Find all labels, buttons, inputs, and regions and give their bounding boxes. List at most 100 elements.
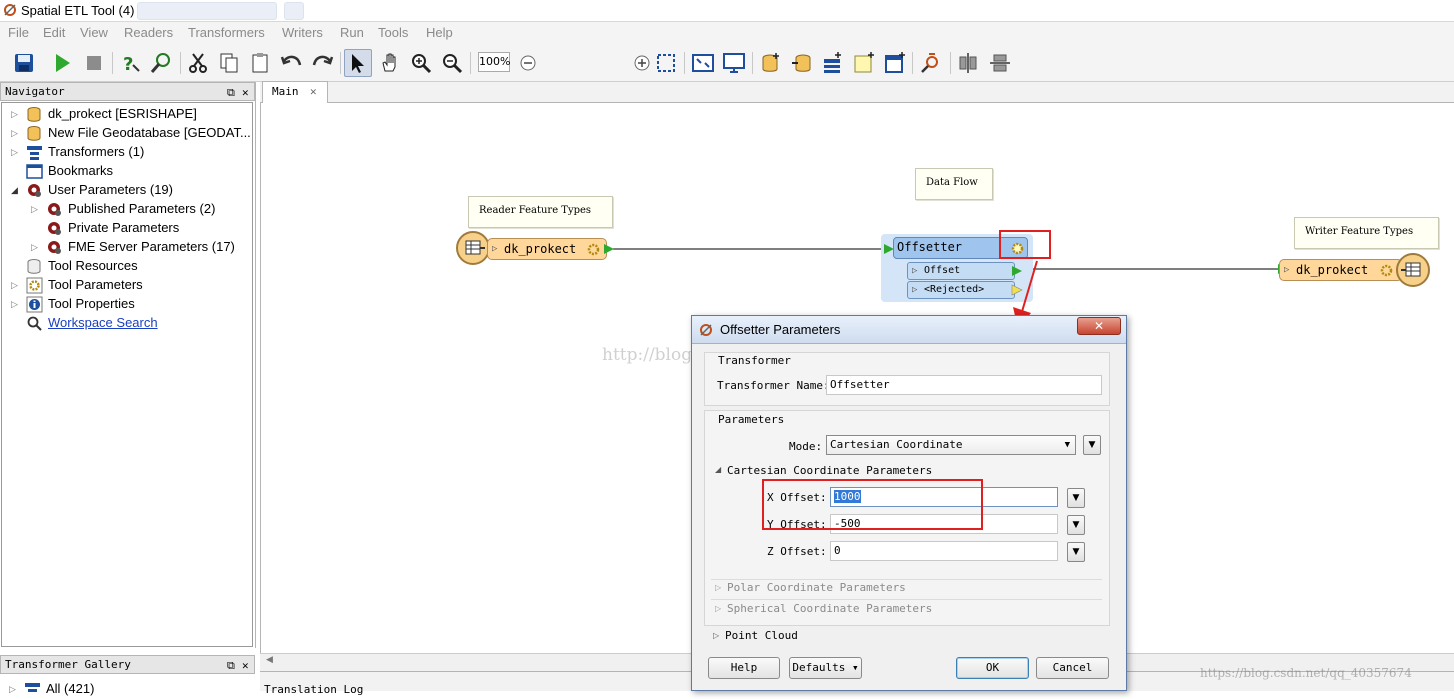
pan-icon[interactable] [376, 49, 404, 77]
float-icon[interactable]: ⧉ [227, 657, 235, 674]
add-transformer-icon[interactable] [819, 49, 847, 77]
defaults-button[interactable]: Defaults ▾ [789, 657, 862, 679]
scroll-left-icon[interactable]: ◀ [266, 655, 273, 665]
cancel-button[interactable]: Cancel [1036, 657, 1109, 679]
expand-arrow-icon[interactable]: ▷ [715, 583, 721, 592]
z-offset-field[interactable]: 0 [830, 541, 1058, 561]
expand-arrow-icon[interactable]: ▷ [31, 242, 38, 253]
stop-icon[interactable] [80, 49, 108, 77]
run-icon[interactable] [48, 49, 76, 77]
point-cloud-group-title[interactable]: Point Cloud [725, 629, 798, 642]
parameters-icon [48, 222, 61, 235]
select-icon[interactable] [344, 49, 372, 77]
copy-icon[interactable] [215, 49, 243, 77]
x-offset-menu-button[interactable]: ▼ [1067, 488, 1085, 508]
add-bookmark-icon[interactable] [881, 49, 909, 77]
output-port-icon[interactable] [603, 243, 615, 255]
zoom-minus-icon[interactable] [514, 49, 542, 77]
add-annotation-icon[interactable] [850, 49, 878, 77]
menu-view[interactable]: View [80, 25, 108, 40]
cut-icon[interactable] [184, 49, 212, 77]
menu-run[interactable]: Run [340, 25, 364, 40]
menu-help[interactable]: Help [426, 25, 453, 40]
gallery-item-label: All (421) [46, 681, 95, 696]
zoom-selection-icon[interactable] [652, 49, 680, 77]
ok-button[interactable]: OK [956, 657, 1029, 679]
parameters-icon [28, 184, 41, 197]
workspace-search-link[interactable]: Workspace Search [48, 315, 158, 330]
reader-feature-type[interactable]: ▷ dk_prokect [487, 238, 607, 260]
redo-icon[interactable] [308, 49, 336, 77]
menu-edit[interactable]: Edit [43, 25, 65, 40]
writer-badge[interactable] [1396, 253, 1430, 287]
menu-readers[interactable]: Readers [124, 25, 173, 40]
window-title: Spatial ETL Tool (4) [21, 3, 135, 18]
add-reader-icon[interactable] [757, 49, 785, 77]
save-icon[interactable] [10, 49, 38, 77]
annotation-reader[interactable]: Reader Feature Types [468, 196, 613, 228]
expand-arrow-icon[interactable]: ▷ [1284, 260, 1289, 280]
gear-icon[interactable] [586, 242, 601, 257]
mode-menu-button[interactable]: ▼ [1083, 435, 1101, 455]
browser-tab[interactable] [284, 2, 304, 20]
expand-arrow-icon[interactable]: ▷ [912, 282, 917, 298]
transformer-group-title: Transformer [718, 354, 791, 367]
z-offset-menu-button[interactable]: ▼ [1067, 542, 1085, 562]
undo-icon[interactable] [278, 49, 306, 77]
close-icon[interactable]: ✕ [242, 84, 249, 101]
tree-item-label: Tool Properties [48, 296, 135, 311]
collapse-arrow-icon[interactable]: ◢ [715, 465, 721, 474]
menu-writers[interactable]: Writers [282, 25, 323, 40]
gear-icon[interactable] [1379, 263, 1394, 278]
tree-item-label: Private Parameters [68, 220, 180, 235]
add-writer-icon[interactable] [788, 49, 816, 77]
transformer-name-label: Transformer Name: [717, 379, 830, 392]
expand-arrow-icon[interactable]: ▷ [11, 109, 18, 120]
float-icon[interactable]: ⧉ [227, 84, 235, 101]
expand-arrow-icon[interactable]: ▷ [11, 280, 18, 291]
expand-arrow-icon[interactable]: ▷ [11, 299, 18, 310]
zoom-fit-icon[interactable] [689, 49, 717, 77]
menu-tools[interactable]: Tools [378, 25, 408, 40]
zoom-level-field[interactable]: 100% [478, 52, 510, 72]
zoom-in-icon[interactable] [407, 49, 435, 77]
polar-group-title[interactable]: Polar Coordinate Parameters [727, 581, 906, 594]
title-bar: Spatial ETL Tool (4) [0, 0, 1454, 22]
expand-arrow-icon[interactable]: ▷ [912, 263, 917, 279]
dialog-title-bar[interactable]: Offsetter Parameters [692, 316, 1126, 344]
transformer-name-field[interactable]: Offsetter [826, 375, 1102, 395]
align-horizontal-icon[interactable] [986, 49, 1014, 77]
spherical-group-title[interactable]: Spherical Coordinate Parameters [727, 602, 932, 615]
inspect-icon[interactable] [917, 49, 945, 77]
align-vertical-icon[interactable] [954, 49, 982, 77]
expand-arrow-icon[interactable]: ▷ [11, 128, 18, 139]
annotation-writer[interactable]: Writer Feature Types [1294, 217, 1439, 249]
find-icon[interactable] [147, 49, 175, 77]
help-button[interactable]: Help [708, 657, 780, 679]
y-offset-menu-button[interactable]: ▼ [1067, 515, 1085, 535]
zoom-all-icon[interactable] [720, 49, 748, 77]
help-icon[interactable]: ? [117, 49, 145, 77]
paste-icon[interactable] [246, 49, 274, 77]
reader-badge[interactable] [456, 231, 490, 265]
port-offset[interactable]: ▷ Offset [907, 262, 1015, 280]
collapse-arrow-icon[interactable]: ◢ [11, 185, 18, 196]
close-icon[interactable]: ✕ [242, 657, 249, 674]
expand-arrow-icon[interactable]: ▷ [713, 631, 719, 640]
port-rejected[interactable]: ▷ <Rejected> [907, 281, 1015, 299]
expand-arrow-icon[interactable]: ▷ [492, 239, 497, 259]
expand-arrow-icon[interactable]: ▷ [31, 204, 38, 215]
expand-arrow-icon[interactable]: ▷ [9, 684, 16, 695]
writer-feature-type[interactable]: ▷ dk_prokect [1279, 259, 1403, 281]
menu-transformers[interactable]: Transformers [188, 25, 265, 40]
menu-file[interactable]: File [8, 25, 29, 40]
annotation-data-flow[interactable]: Data Flow [915, 168, 993, 200]
browser-tab[interactable] [137, 2, 277, 20]
mode-select[interactable]: Cartesian Coordinate ▼ [826, 435, 1076, 455]
zoom-out-icon[interactable] [438, 49, 466, 77]
close-tab-icon[interactable]: ✕ [310, 82, 317, 102]
expand-arrow-icon[interactable]: ▷ [11, 147, 18, 158]
tab-main[interactable]: Main ✕ [262, 81, 328, 103]
dialog-close-button[interactable]: ✕ [1077, 317, 1121, 335]
expand-arrow-icon[interactable]: ▷ [715, 604, 721, 613]
